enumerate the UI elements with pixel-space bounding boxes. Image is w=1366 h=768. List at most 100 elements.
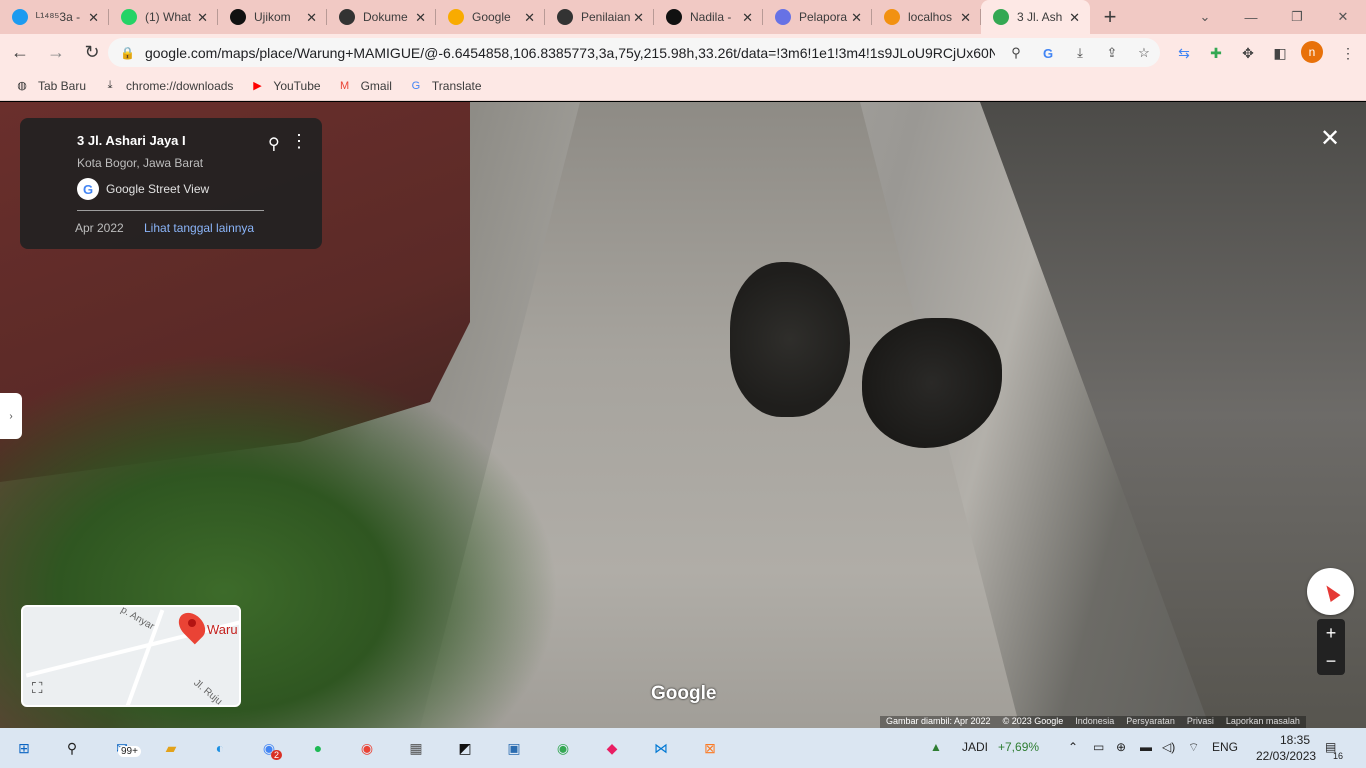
chrome-icon[interactable]: ◉ <box>353 734 381 762</box>
sticky-notes-icon[interactable]: ◩ <box>451 734 479 762</box>
divider <box>77 210 264 211</box>
extensions-puzzle-icon[interactable]: ✥ <box>1236 41 1260 65</box>
wifi-icon[interactable]: ⌔ <box>1188 740 1199 755</box>
system-clock[interactable]: 18:35 22/03/2023 <box>1256 732 1317 764</box>
close-tab-icon[interactable]: ✕ <box>415 10 426 26</box>
profile-avatar[interactable]: n <box>1301 41 1323 63</box>
windows-start-icon[interactable]: ⊞ <box>10 734 38 762</box>
reload-button[interactable]: ↻ <box>76 37 108 69</box>
clock-date: 22/03/2023 <box>1256 749 1317 763</box>
tab-1[interactable]: ᴸ¹⁴⁸⁵3a - ✕ <box>0 0 109 34</box>
tab-2[interactable]: (1) What ✕ <box>109 0 218 34</box>
xampp-icon[interactable]: ⊠ <box>696 734 724 762</box>
clock-time: 18:35 <box>1279 733 1310 747</box>
close-tab-icon[interactable]: ✕ <box>633 10 644 26</box>
tab-7[interactable]: Nadila - ✕ <box>654 0 763 34</box>
network-icon[interactable]: ⊕ <box>1116 740 1126 754</box>
place-label[interactable]: Waru <box>207 622 238 637</box>
meet-icon[interactable]: ▭ <box>1093 740 1104 754</box>
battery-icon[interactable]: ▬ <box>1140 740 1152 754</box>
minimap[interactable]: p. Anyar Jl. Ruju Waru ⛶ <box>21 605 241 707</box>
capture-date: Apr 2022 <box>75 221 124 235</box>
bookmark-star-icon[interactable]: ☆ <box>1134 43 1154 63</box>
vscode-icon[interactable]: ⋈ <box>647 734 675 762</box>
tab-5[interactable]: Google ✕ <box>436 0 545 34</box>
gitkraken-icon[interactable]: ◆ <box>598 734 626 762</box>
tab-3[interactable]: Ujikom ✕ <box>218 0 327 34</box>
file-explorer-icon[interactable]: ▰ <box>157 734 185 762</box>
attribution-item[interactable]: Laporkan masalah <box>1226 716 1300 728</box>
map-pin-icon[interactable]: ⚲ <box>268 134 280 154</box>
tab-8[interactable]: Pelapora ✕ <box>763 0 872 34</box>
bookmark-1[interactable]: ◍ Tab Baru <box>14 78 86 94</box>
share-icon[interactable]: ⇪ <box>1102 43 1122 63</box>
stock-name[interactable]: JADI <box>962 740 988 754</box>
calculator-icon[interactable]: ▦ <box>402 734 430 762</box>
menu-dots-icon[interactable]: ⋮ <box>1336 41 1360 65</box>
more-options-icon[interactable]: ⋮ <box>290 132 308 150</box>
google-lens-icon[interactable]: G <box>1038 43 1058 63</box>
spotify-icon[interactable]: ● <box>304 734 332 762</box>
lock-icon[interactable]: 🔒 <box>120 46 135 60</box>
attribution-item[interactable]: Indonesia <box>1075 716 1114 728</box>
notion-icon <box>666 9 682 25</box>
close-tab-icon[interactable]: ✕ <box>742 10 753 26</box>
attribution-item[interactable]: Privasi <box>1187 716 1214 728</box>
tab-title: 3 Jl. Ash <box>1017 10 1063 24</box>
bookmarks-bar: ◍ Tab Baru ⤓ chrome://downloads ▶ YouTube M Gma… <box>0 71 1366 101</box>
show-hidden-icons[interactable]: ⌃ <box>1068 740 1078 754</box>
close-tab-icon[interactable]: ✕ <box>851 10 862 26</box>
tab-search-icon[interactable]: ⌄ <box>1182 0 1228 34</box>
address-bar[interactable]: 🔒 google.com/maps/place/Warung+MAMIGUE/@… <box>108 38 1160 67</box>
close-tab-icon[interactable]: ✕ <box>524 10 535 26</box>
tab-6[interactable]: Penilaian ✕ <box>545 0 654 34</box>
side-panel-icon[interactable]: ◧ <box>1268 41 1292 65</box>
volume-icon[interactable]: ◁) <box>1162 740 1175 754</box>
translate-extension-icon[interactable]: ⇆ <box>1172 41 1196 65</box>
bookmark-4[interactable]: M Gmail <box>337 78 392 94</box>
edge-icon[interactable]: ◐ <box>206 734 234 762</box>
minimize-button[interactable]: — <box>1228 0 1274 34</box>
close-tab-icon[interactable]: ✕ <box>1069 10 1080 26</box>
attribution-item[interactable]: Persyaratan <box>1126 716 1175 728</box>
photos-icon[interactable]: ▣ <box>500 734 528 762</box>
fullscreen-icon[interactable]: ⛶ <box>32 680 43 697</box>
language-indicator[interactable]: ENG <box>1212 740 1238 754</box>
tab-title: localhos <box>908 10 953 24</box>
zoom-controls: + − <box>1317 619 1345 675</box>
zoom-out-button[interactable]: − <box>1317 647 1345 675</box>
forward-button[interactable]: → <box>40 37 72 69</box>
back-button[interactable]: ← <box>4 37 36 69</box>
close-tab-icon[interactable]: ✕ <box>960 10 971 26</box>
bookmark-3[interactable]: ▶ YouTube <box>249 78 320 94</box>
install-app-icon[interactable]: ⤓ <box>1070 43 1090 63</box>
tab-4[interactable]: Dokume ✕ <box>327 0 436 34</box>
bookmark-2[interactable]: ⤓ chrome://downloads <box>102 78 234 94</box>
restore-button[interactable]: ❐ <box>1274 0 1320 34</box>
browser-toolbar: ← → ↻ 🔒 google.com/maps/place/Warung+MAM… <box>0 34 1366 71</box>
tab-title: Penilaian <box>581 10 631 24</box>
location-icon[interactable]: ⚲ <box>1006 43 1026 63</box>
tab-9[interactable]: localhos ✕ <box>872 0 981 34</box>
search-icon[interactable]: ⚲ <box>58 734 86 762</box>
zoom-in-button[interactable]: + <box>1317 619 1345 647</box>
close-window-button[interactable]: ✕ <box>1320 0 1366 34</box>
close-tab-icon[interactable]: ✕ <box>197 10 208 26</box>
stock-trend-icon[interactable]: ▲ <box>930 740 942 754</box>
new-tab-button[interactable]: + <box>1090 0 1130 34</box>
marker-dot <box>188 619 196 627</box>
bookmark-label: YouTube <box>273 78 321 93</box>
stock-change[interactable]: +7,69% <box>998 740 1039 754</box>
close-tab-icon[interactable]: ✕ <box>88 10 99 26</box>
expand-panel-button[interactable]: › <box>0 393 22 439</box>
close-street-view-icon[interactable]: ✕ <box>1320 124 1340 153</box>
chrome-badge: 2 <box>271 750 283 760</box>
more-dates-link[interactable]: Lihat tanggal lainnya <box>144 221 254 235</box>
chrome-n-icon[interactable]: ◉ <box>549 734 577 762</box>
extension-plus-icon[interactable]: ✚ <box>1204 41 1228 65</box>
notion-icon <box>230 9 246 25</box>
tab-10[interactable]: 3 Jl. Ash ✕ <box>981 0 1090 34</box>
close-tab-icon[interactable]: ✕ <box>306 10 317 26</box>
compass-icon[interactable] <box>1307 568 1354 615</box>
bookmark-5[interactable]: G Translate <box>408 78 482 94</box>
